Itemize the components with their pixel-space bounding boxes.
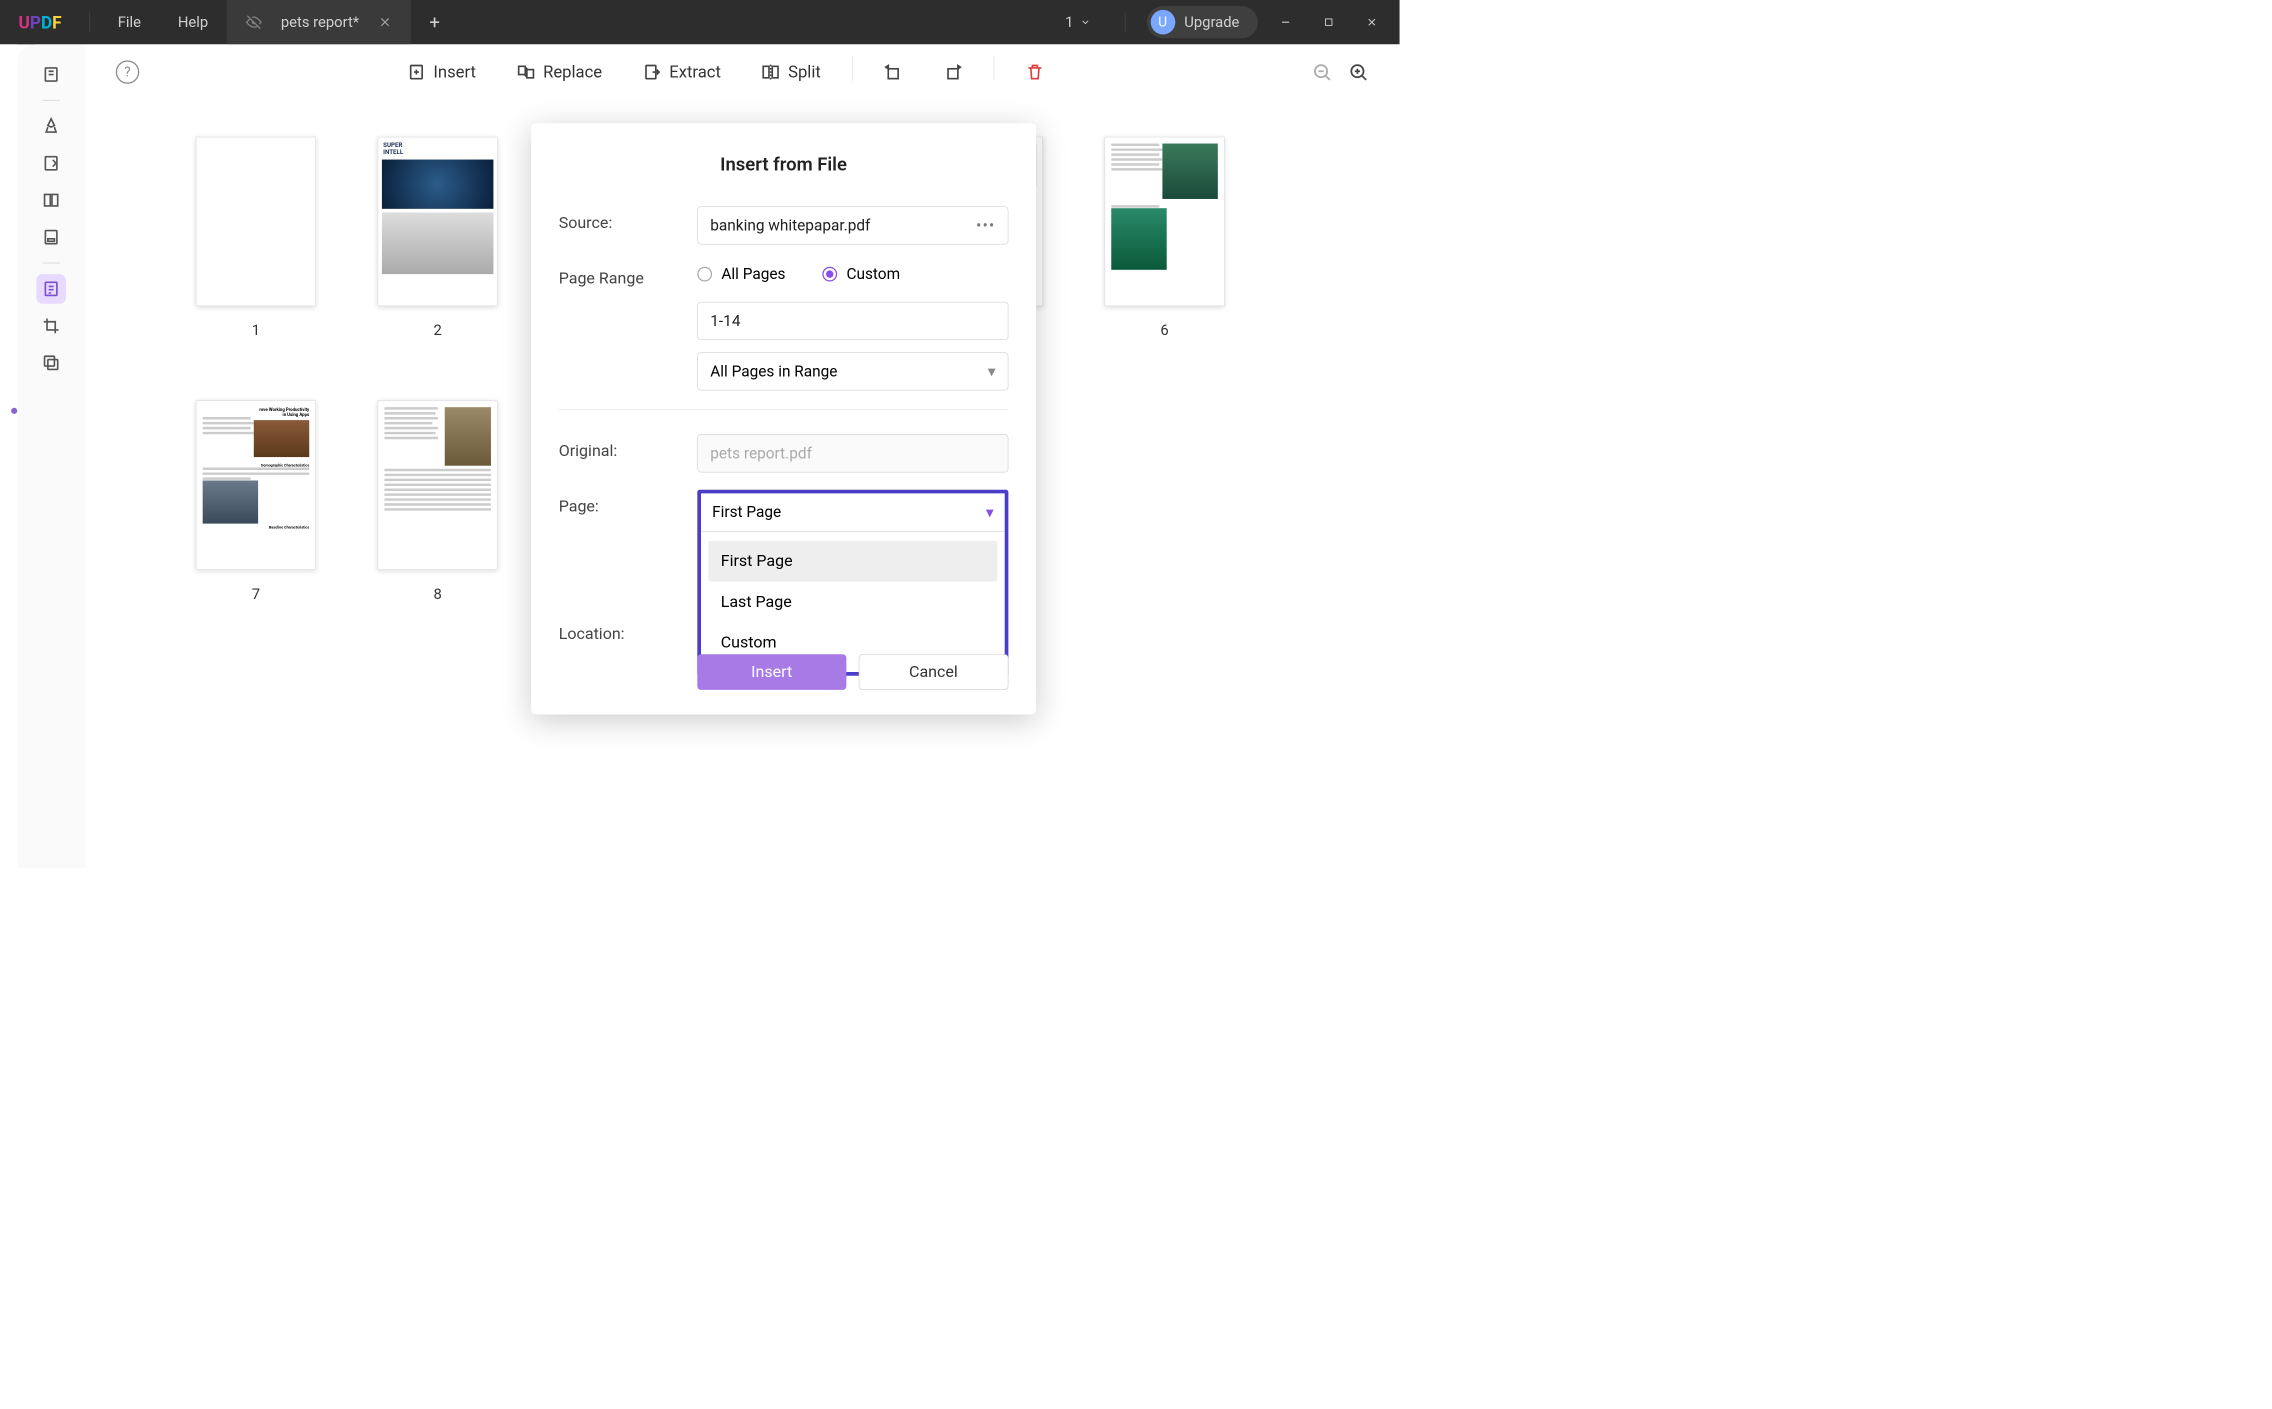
page-select[interactable]: First Page ▾	[701, 493, 1005, 531]
avatar: U	[1150, 10, 1175, 35]
page-thumb[interactable]: rove Working Productivityin Using AppsDe…	[196, 400, 316, 602]
sidebar-tool-highlight[interactable]	[36, 111, 66, 141]
radio-custom[interactable]: Custom	[822, 265, 900, 283]
delete-tool[interactable]	[1015, 56, 1053, 88]
close-button[interactable]	[1356, 7, 1387, 38]
help-button[interactable]: ?	[116, 60, 139, 83]
browse-button[interactable]: •••	[976, 217, 995, 235]
sidebar-tool-reader[interactable]	[36, 60, 66, 90]
titlebar: UPDF File Help pets report* + 1 U Upgrad…	[0, 0, 1400, 44]
zoom-in-icon[interactable]	[1348, 62, 1369, 83]
source-input[interactable]: banking whitepapar.pdf •••	[697, 206, 1008, 244]
replace-tool[interactable]: Replace	[507, 56, 612, 88]
minimize-button[interactable]	[1270, 7, 1301, 38]
rotate-right-tool[interactable]	[934, 56, 972, 88]
page-indicator-dropdown[interactable]: 1	[1053, 14, 1103, 31]
page-dropdown-highlighted: First Page ▾ First Page Last Page Custom	[697, 490, 1008, 676]
page-range-label: Page Range	[559, 262, 698, 288]
split-tool[interactable]: Split	[752, 56, 830, 88]
page-thumb[interactable]: 8	[378, 400, 498, 602]
page-thumb[interactable]: 1	[196, 137, 316, 339]
chevron-down-icon: ▾	[986, 503, 994, 521]
sidebar-tool-form[interactable]	[36, 222, 66, 252]
separator	[1125, 12, 1126, 32]
replace-icon	[516, 62, 536, 82]
help-menu[interactable]: Help	[159, 14, 226, 31]
sidebar-tool-edit[interactable]	[36, 148, 66, 178]
sidebar-tool-copy[interactable]	[36, 348, 66, 378]
app-logo: UPDF	[0, 12, 80, 32]
rotate-left-tool[interactable]	[874, 56, 912, 88]
extract-tool[interactable]: Extract	[633, 56, 730, 88]
rotate-left-icon	[883, 62, 903, 82]
insert-icon	[406, 62, 426, 82]
extract-icon	[642, 62, 662, 82]
rotate-right-icon	[943, 62, 963, 82]
document-tab[interactable]: pets report*	[227, 0, 411, 44]
close-icon[interactable]	[378, 15, 393, 30]
insert-from-file-dialog: Insert from File Source: banking whitepa…	[531, 123, 1036, 714]
dropdown-option-first[interactable]: First Page	[708, 541, 997, 582]
page-thumb[interactable]: SUPERINTELL2	[378, 137, 498, 339]
upgrade-button[interactable]: U Upgrade	[1147, 6, 1258, 38]
page-dropdown-list: First Page Last Page Custom	[701, 532, 1005, 672]
sidebar	[17, 44, 85, 868]
file-menu[interactable]: File	[99, 14, 159, 31]
insert-tool[interactable]: Insert	[397, 56, 485, 88]
maximize-button[interactable]	[1313, 7, 1344, 38]
tab-title: pets report*	[281, 14, 359, 31]
separator	[89, 12, 90, 32]
page-range-select[interactable]: All Pages in Range ▾	[697, 352, 1008, 390]
trash-icon	[1025, 62, 1045, 82]
dropdown-option-last[interactable]: Last Page	[708, 582, 997, 623]
new-tab-button[interactable]: +	[429, 11, 439, 33]
toolbar: ? Insert Replace Extract Split	[85, 44, 1400, 99]
hidden-eye-icon	[245, 14, 262, 31]
page-label: Page:	[559, 490, 698, 516]
page-thumb[interactable]: 6	[1104, 137, 1224, 339]
sidebar-tool-pageview[interactable]	[36, 185, 66, 215]
zoom-out-icon[interactable]	[1311, 62, 1332, 83]
dialog-title: Insert from File	[559, 154, 1009, 176]
original-input: pets report.pdf	[697, 434, 1008, 472]
sidebar-tool-crop[interactable]	[36, 311, 66, 341]
page-range-input[interactable]: 1-14	[697, 302, 1008, 340]
location-label: Location:	[559, 617, 698, 643]
sidebar-tool-organize[interactable]	[36, 274, 66, 304]
insert-button[interactable]: Insert	[697, 654, 846, 690]
chevron-down-icon: ▾	[988, 362, 996, 380]
sidebar-active-indicator	[11, 408, 17, 414]
source-label: Source:	[559, 206, 698, 232]
original-label: Original:	[559, 434, 698, 460]
chevron-down-icon	[1080, 17, 1091, 28]
cancel-button[interactable]: Cancel	[858, 654, 1008, 690]
split-icon	[761, 62, 781, 82]
radio-all-pages[interactable]: All Pages	[697, 265, 785, 283]
